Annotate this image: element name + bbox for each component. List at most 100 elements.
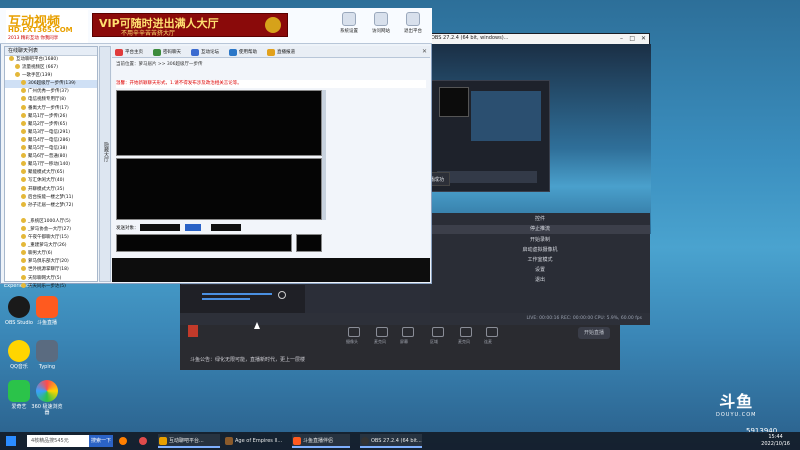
desktop-icon-douyu[interactable]: 斗鱼直播 [30, 296, 64, 326]
panel-close-icon[interactable]: ✕ [422, 48, 427, 55]
exit-button[interactable]: 退出 [430, 276, 650, 285]
room-icon [9, 56, 14, 61]
tree-item[interactable]: 番禺大厅一步传(17) [5, 104, 97, 113]
desktop-icon-360[interactable]: 360 极速浏览器 [30, 380, 64, 416]
taskbar-label: 互动聊吧平台... [169, 438, 204, 444]
taskbar-firefox[interactable] [118, 434, 132, 448]
taskbar-obs[interactable]: OBS 27.2.4 (64 bit... [360, 434, 422, 448]
region-icon[interactable] [432, 327, 444, 337]
taskbar-aoe[interactable]: Age of Empires II... [224, 434, 286, 448]
tree-item[interactable]: 聚马4厅一电信(286) [5, 136, 97, 145]
start-live-button[interactable]: 开始直播 [578, 327, 610, 339]
tree-item[interactable]: 聊男大厅(6) [5, 250, 97, 258]
tree-item[interactable]: 聚马3厅一电信(291) [5, 128, 97, 137]
clock-time: 15:44 [768, 434, 783, 440]
taskbar-douyu[interactable]: 斗鱼直播伴侣 [292, 434, 350, 448]
tree-item-label: 天际聊网大厅(5) [28, 275, 62, 281]
visit-website-button[interactable]: 访问网站 [366, 12, 396, 34]
tree-item[interactable]: 电信视频专用厅(8) [5, 96, 97, 104]
tree-item[interactable]: 一歌手区(139) [5, 72, 97, 80]
tree-item[interactable]: 天际聊网大厅(5) [5, 274, 97, 283]
volume-slider-track[interactable] [202, 293, 272, 295]
settings-button[interactable]: 设置 [430, 266, 650, 275]
taskbar-search-input[interactable]: 4核精品搜545元 [27, 435, 89, 447]
tab-label: 密码聊天 [163, 50, 181, 55]
tree-item[interactable]: 聚马2厅一步传(65) [5, 120, 97, 129]
control-label: 连麦 [484, 339, 492, 344]
minimize-icon[interactable]: – [620, 35, 623, 42]
system-settings-button[interactable]: 系统设置 [334, 12, 364, 34]
tab-help[interactable]: 使用帮助 [228, 48, 257, 57]
crown-icon [265, 17, 281, 33]
co-host-icon[interactable] [486, 327, 498, 337]
room-icon [21, 225, 26, 231]
tree-item[interactable]: 互动聊吧平台(1680) [5, 56, 97, 64]
tree-item-label: _萝马协会一大厅(27) [28, 226, 71, 232]
tree-item[interactable]: _萝马协会一大厅(27) [5, 225, 97, 234]
gear-icon[interactable] [278, 291, 286, 299]
desktop-icon-typing[interactable]: Typing [30, 340, 64, 370]
tab-forum[interactable]: 互动论坛 [190, 48, 219, 57]
room-icon [21, 128, 26, 134]
tree-item[interactable]: 306超级厅一步传(139) [5, 80, 97, 89]
obs-controls-panel: 控件 停止推流 开始录制 启动虚拟摄像机 工作室模式 设置 退出 [430, 213, 650, 313]
tree-item[interactable]: 流量视频区 (667) [5, 64, 97, 72]
tree-item[interactable]: 广州优秀一步传(37) [5, 88, 97, 96]
tree-item[interactable]: 萝马俱乐部大厅(20) [5, 258, 97, 266]
tree-item[interactable]: 聚马5厅一电信(38) [5, 145, 97, 153]
vip-banner[interactable]: VIP可随时进出满人大厅 不用辛辛苦苦挤大厅 [92, 13, 288, 37]
maximize-icon[interactable]: □ [629, 35, 635, 42]
tree-item[interactable]: 后台技能一楼之梦(11) [5, 193, 97, 202]
tab-home[interactable]: 平台主页 [114, 48, 143, 57]
start-recording-button[interactable]: 开始录制 [430, 236, 650, 245]
watermark-brand: 斗鱼 [719, 392, 754, 411]
lock-icon [153, 49, 161, 56]
tab-live-report[interactable]: 直播报道 [266, 48, 295, 57]
studio-mode-button[interactable]: 工作室模式 [430, 256, 650, 265]
tree-item[interactable]: _系统区1000人厅(5) [5, 217, 97, 226]
font-select[interactable] [210, 224, 241, 231]
taskbar-browser[interactable] [138, 434, 152, 448]
microphone-icon[interactable] [376, 327, 388, 337]
tree-item[interactable]: 聚马7厅一移动(140) [5, 161, 97, 169]
mic-icon[interactable] [460, 327, 472, 337]
tree-item[interactable]: _重建萝马大厅(26) [5, 242, 97, 250]
tree-item[interactable]: 开聊模式大厅(35) [5, 185, 97, 194]
tree-item[interactable] [5, 210, 97, 218]
room-icon [21, 96, 26, 102]
tree-item[interactable]: 聚马6厅一普通(80) [5, 153, 97, 161]
clock-date: 2022/10/16 [761, 441, 790, 447]
close-icon[interactable]: ✕ [641, 35, 646, 42]
tree-item[interactable]: 孙子迁居一楼之梦(72) [5, 201, 97, 210]
taskbar-search-button[interactable]: 搜索一下 [89, 435, 113, 447]
emoji-icon[interactable] [185, 224, 202, 231]
iqiyi-icon [8, 380, 30, 402]
tree-item[interactable]: 天天同乐一步达(5) [5, 282, 97, 291]
virtual-camera-button[interactable]: 启动虚拟摄像机 [430, 246, 650, 255]
tree-item-label: 午夜午都聊大厅(15) [28, 235, 69, 241]
logo-url: HD.FXT365.COM [8, 26, 73, 34]
screen-icon[interactable] [402, 327, 414, 337]
system-clock[interactable]: 15:44 2022/10/16 [761, 434, 790, 448]
taskbar-chat-app[interactable]: 互动聊吧平台... [158, 434, 220, 448]
send-button[interactable] [296, 234, 322, 252]
room-notice: 温馨：开始新颖聊天形式，1.请不得发布涉及政治相关言论等。 [116, 80, 426, 88]
control-label: 麦克风 [374, 339, 386, 344]
tree-item[interactable]: 世外桃源掌聊厅(18) [5, 266, 97, 274]
camera-icon[interactable] [348, 327, 360, 337]
scrollbar[interactable] [322, 90, 326, 220]
stop-streaming-button[interactable]: 停止推流 [430, 225, 650, 234]
tree-item[interactable]: 聚马1厅一步传(26) [5, 112, 97, 121]
hide-hall-toggle[interactable]: 隐藏大厅 [99, 46, 111, 282]
exit-platform-button[interactable]: 退出平台 [398, 12, 428, 34]
windows-start-icon[interactable] [6, 436, 16, 446]
tree-item[interactable]: 写汇休闲大厅(40) [5, 177, 97, 185]
room-icon [21, 88, 26, 94]
tab-password-chat[interactable]: 密码聊天 [152, 48, 181, 57]
send-target-select[interactable] [139, 224, 180, 231]
room-icon [21, 201, 26, 207]
tree-item[interactable]: 午夜午都聊大厅(15) [5, 234, 97, 242]
tree-item[interactable]: 聚能模式大厅(65) [5, 169, 97, 177]
message-input[interactable] [116, 234, 292, 252]
desktop-icon-label: 360 极速浏览器 [31, 404, 63, 416]
